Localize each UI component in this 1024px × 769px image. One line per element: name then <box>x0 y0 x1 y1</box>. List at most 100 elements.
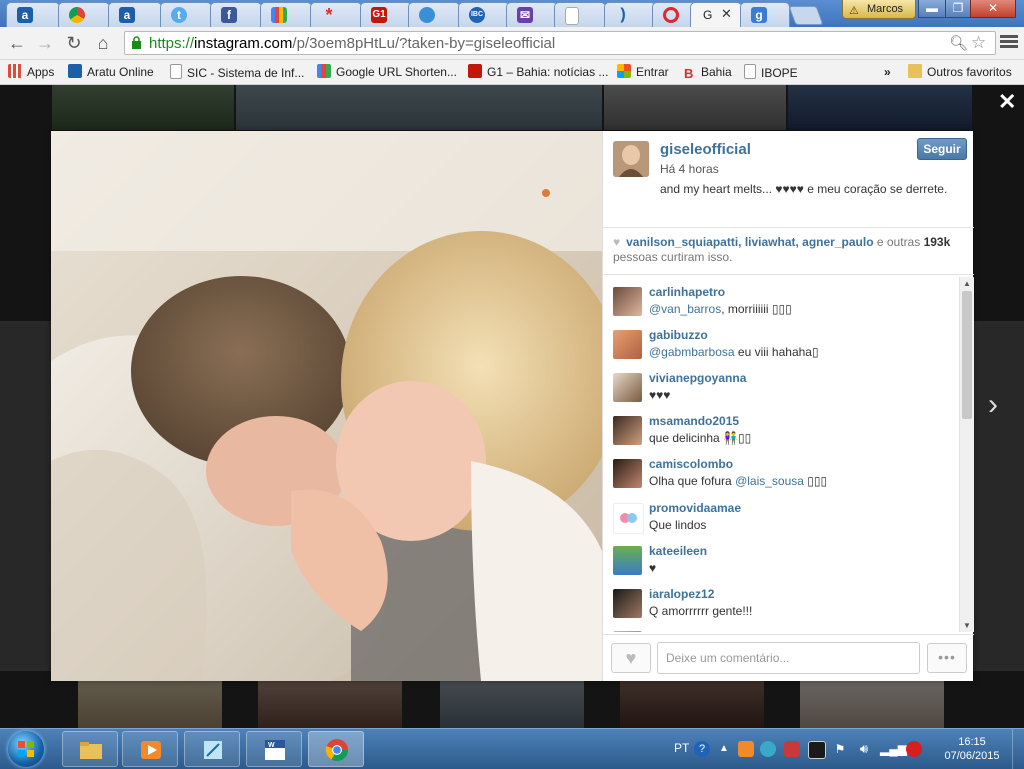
new-tab-button[interactable] <box>788 6 824 25</box>
bookmark-entrar[interactable]: Entrar <box>617 64 669 80</box>
tab-g1[interactable]: G1 <box>360 2 412 27</box>
home-icon[interactable]: ⌂ <box>92 32 114 54</box>
forward-arrow-icon[interactable]: → <box>34 32 56 54</box>
show-desktop-button[interactable] <box>1012 729 1024 769</box>
chrome-icon <box>325 739 348 761</box>
tab-google[interactable] <box>260 2 312 27</box>
commenter-username[interactable]: camiscolombo <box>649 457 733 471</box>
close-modal-icon[interactable]: ✕ <box>998 89 1016 115</box>
tray-expand-icon[interactable]: ▲ <box>716 741 732 757</box>
follow-button[interactable]: Seguir <box>917 138 967 160</box>
commenter-username[interactable]: iaralopez12 <box>649 587 714 601</box>
bookmark-ibope[interactable]: IBOPE <box>744 64 798 80</box>
commenter-username[interactable]: carlinhapetro <box>649 285 725 299</box>
bookmark-sic[interactable]: SIC - Sistema de Inf... <box>170 64 304 80</box>
post-caption: and my heart melts... ♥♥♥♥ e meu coração… <box>660 182 948 196</box>
tab-ibc[interactable]: IBC <box>458 2 510 27</box>
like-button[interactable]: ♥ <box>611 643 651 673</box>
commenter-avatar[interactable] <box>613 503 644 534</box>
commenter-avatar[interactable] <box>613 287 642 316</box>
tab-blank[interactable] <box>554 2 606 27</box>
minimize-button[interactable]: ▬ <box>918 0 946 18</box>
tray-monitor-icon[interactable] <box>808 741 826 759</box>
tray-update-icon[interactable] <box>906 741 922 757</box>
bookmark-aratu[interactable]: Aratu Online <box>68 64 154 80</box>
start-button[interactable] <box>8 731 44 767</box>
maximize-button[interactable]: ❐ <box>945 0 971 18</box>
action-center-flag-icon[interactable]: ⚑ <box>832 741 848 757</box>
tab-chrome[interactable] <box>58 2 110 27</box>
commenter-avatar[interactable] <box>613 330 642 359</box>
owner-avatar[interactable] <box>613 141 649 177</box>
comment-mention[interactable]: @van_barros <box>649 302 721 316</box>
bookmark-label: SIC - Sistema de Inf... <box>187 66 305 80</box>
taskbar-notes[interactable] <box>184 731 240 767</box>
commenter-avatar[interactable] <box>613 416 642 445</box>
commenter-username[interactable]: vivianepgoyanna <box>649 371 746 385</box>
volume-icon[interactable]: 🔊︎ <box>856 741 872 757</box>
language-indicator[interactable]: PT <box>674 741 689 755</box>
tray-antivirus-icon[interactable] <box>784 741 800 757</box>
paren-icon: ) <box>620 6 626 23</box>
network-icon[interactable]: ▂▄▆ <box>880 741 907 757</box>
back-arrow-icon[interactable]: ← <box>6 32 28 54</box>
tab-facebook[interactable]: f <box>210 2 262 27</box>
bookmark-star-icon[interactable]: ☆ <box>971 33 986 53</box>
taskbar-explorer[interactable] <box>62 731 118 767</box>
bookmark-bahia[interactable]: B Bahia <box>684 64 732 81</box>
commenter-avatar[interactable] <box>613 589 642 618</box>
zoom-icon[interactable]: 🔍︎ <box>949 34 968 52</box>
post-owner-username[interactable]: giseleofficial <box>660 141 751 158</box>
close-window-button[interactable]: ✕ <box>970 0 1016 18</box>
commenter-avatar[interactable] <box>613 546 642 575</box>
bookmark-g1[interactable]: G1 – Bahia: notícias ... <box>468 64 608 80</box>
commenter-username[interactable]: kateeileen <box>649 544 707 558</box>
next-post-arrow-icon[interactable]: › <box>988 388 998 422</box>
more-options-button[interactable]: ••• <box>927 643 967 673</box>
address-bar[interactable]: https://instagram.com/p/3oem8pHtLu/?take… <box>124 31 996 55</box>
bookmark-apps[interactable]: Apps <box>8 64 54 80</box>
tab-twitter[interactable]: t <box>160 2 212 27</box>
tab-aratu[interactable]: a <box>6 2 60 27</box>
commenter-avatar[interactable] <box>613 631 642 632</box>
tab-asterisk[interactable]: * <box>310 2 362 27</box>
tray-app-icon[interactable] <box>738 741 754 757</box>
scroll-down-icon[interactable]: ▼ <box>963 621 971 630</box>
bookmark-folder-others[interactable]: Outros favoritos <box>908 64 1012 80</box>
commenter-username[interactable]: gabibuzzo <box>649 328 708 342</box>
bookmark-google-shortener[interactable]: Google URL Shorten... <box>317 64 457 80</box>
close-tab-icon[interactable]: ✕ <box>721 6 732 22</box>
help-icon[interactable]: ? <box>694 741 710 757</box>
reload-icon[interactable]: ↻ <box>63 32 85 54</box>
taskbar-chrome[interactable] <box>308 731 364 767</box>
scrollbar-thumb[interactable] <box>962 291 972 419</box>
tab-globe[interactable] <box>408 2 460 27</box>
commenter-avatar[interactable] <box>613 373 642 402</box>
commenter-username[interactable]: msamando2015 <box>649 414 739 428</box>
comments-scrollbar[interactable]: ▲ ▼ <box>959 277 974 632</box>
post-timestamp[interactable]: Há 4 horas <box>660 162 719 176</box>
commenter-username[interactable]: promovidaamae <box>649 501 741 515</box>
taskbar-clock[interactable]: 16:15 07/06/2015 <box>940 735 1004 763</box>
taskbar-media-player[interactable] <box>122 731 178 767</box>
likers-list[interactable]: vanilson_squiapatti, liviawhat, agner_pa… <box>626 235 873 249</box>
tab-mail[interactable]: ✉ <box>506 2 558 27</box>
scroll-up-icon[interactable]: ▲ <box>963 279 971 288</box>
comment-body-suffix: ▯▯▯ <box>803 474 828 488</box>
comment-mention[interactable]: @lais_sousa <box>735 474 804 488</box>
tab-instagram-active[interactable]: G ✕ <box>690 2 742 28</box>
profile-button[interactable]: ⚠ Marcos <box>842 0 916 19</box>
taskbar-word[interactable]: W <box>246 731 302 767</box>
windows-taskbar: W PT ? ▲ ⚑ 🔊︎ ▂▄▆ 16:15 07/06/2015 <box>0 728 1024 769</box>
likes-count[interactable]: 193k <box>924 235 951 249</box>
chrome-menu-icon[interactable] <box>1000 33 1018 51</box>
commenter-avatar[interactable] <box>613 459 642 488</box>
tab-google-2[interactable]: g <box>740 2 790 27</box>
comment-input[interactable] <box>657 642 920 674</box>
post-photo[interactable] <box>51 131 602 681</box>
bookmarks-overflow-button[interactable]: » <box>884 64 891 80</box>
tab-paren[interactable]: ) <box>604 2 656 27</box>
tab-aratu-2[interactable]: a <box>108 2 162 27</box>
comment-mention[interactable]: @gabmbarbosa <box>649 345 735 359</box>
tray-eye-icon[interactable] <box>760 741 776 757</box>
